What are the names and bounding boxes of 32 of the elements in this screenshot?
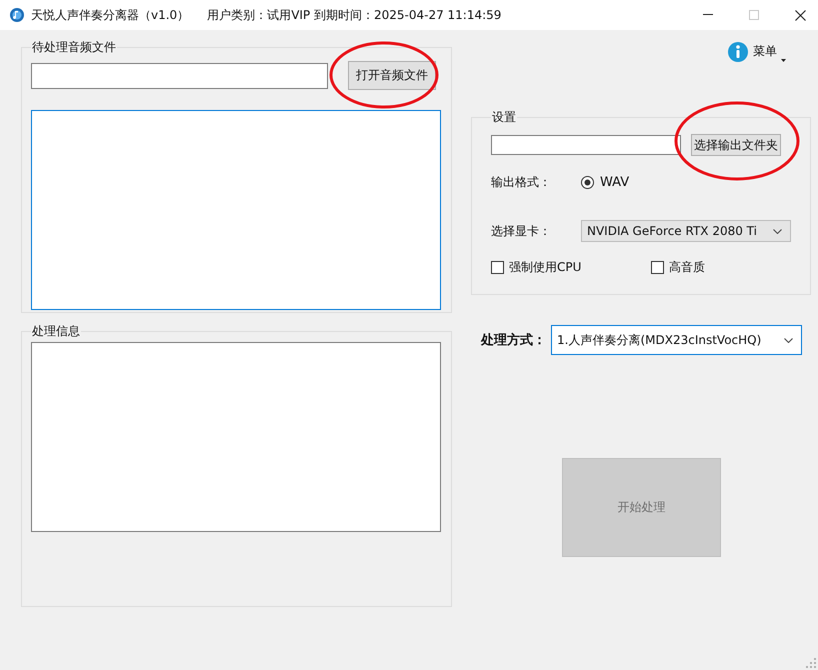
info-icon	[727, 41, 749, 63]
group-title: 待处理音频文件	[31, 39, 117, 56]
menu-button[interactable]: 菜单	[727, 39, 786, 67]
checkbox-icon[interactable]	[651, 261, 664, 274]
caret-icon	[781, 59, 786, 62]
output-folder-button[interactable]: 选择输出文件夹	[691, 134, 781, 156]
chevron-down-icon	[773, 228, 782, 234]
format-radio[interactable]: WAV	[581, 175, 630, 190]
window-title: 天悦人声伴奏分离器（v1.0）	[31, 6, 190, 24]
radio-label: WAV	[600, 175, 630, 190]
option-checkbox[interactable]: 强制使用CPU	[491, 259, 651, 276]
resize-grip-icon[interactable]	[806, 658, 816, 668]
output-path-field[interactable]	[491, 135, 681, 155]
license-info: 用户类别：试用VIP 到期时间：2025-04-27 11:14:59	[207, 6, 502, 24]
close-icon[interactable]	[795, 10, 806, 20]
app-icon	[9, 7, 25, 23]
chevron-down-icon	[784, 338, 793, 342]
gpu-dropdown[interactable]: NVIDIA GeForce RTX 2080 Ti	[581, 220, 791, 242]
method-dropdown[interactable]: 1.人声伴奏分离(MDX23cInstVocHQ)	[551, 325, 802, 355]
method-label: 处理方式：	[481, 332, 547, 349]
open-file-button[interactable]: 打开音频文件	[348, 61, 436, 90]
checkbox-label: 高音质	[669, 259, 705, 276]
file-path-field[interactable]	[31, 62, 328, 88]
checkbox-icon[interactable]	[491, 261, 504, 274]
checkbox-label: 强制使用CPU	[509, 259, 582, 276]
option-checkbox[interactable]: 高音质	[651, 259, 791, 276]
gpu-label: 选择显卡：	[491, 222, 552, 240]
radio-icon[interactable]	[581, 176, 594, 189]
minimize-icon[interactable]	[703, 14, 713, 16]
group-title: 处理信息	[31, 323, 81, 340]
format-label: 输出格式：	[491, 174, 552, 191]
group-title: 设置	[491, 109, 517, 126]
